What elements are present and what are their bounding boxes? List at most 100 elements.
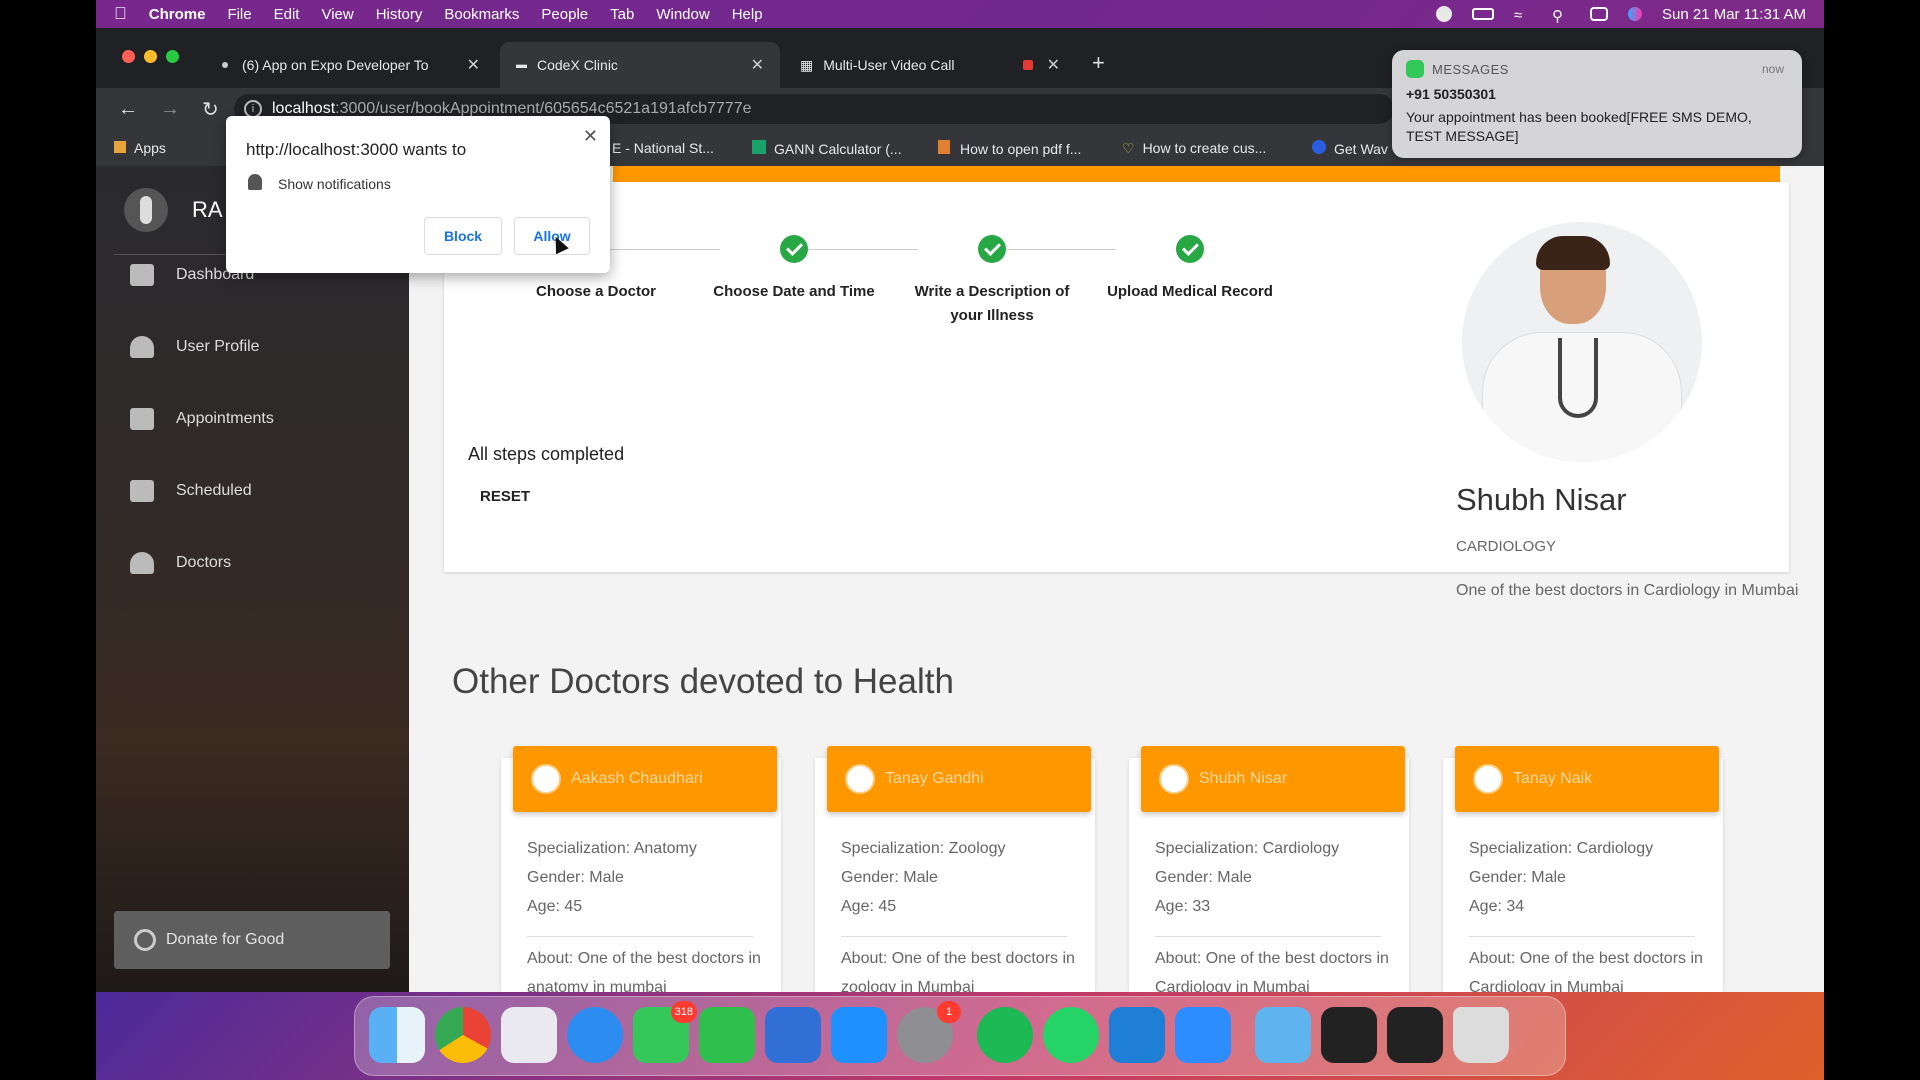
apple-icon[interactable]:  (114, 4, 127, 24)
macos-menubar:  Chrome File Edit View History Bookmark… (96, 0, 1824, 28)
messages-app-icon (1406, 60, 1424, 78)
doctor-card[interactable]: Tanay Naik Specialization: Cardiology Ge… (1443, 746, 1723, 992)
doctor-card[interactable]: Tanay Gandhi Specialization: Zoology Gen… (815, 746, 1095, 992)
menubar-datetime[interactable]: Sun 21 Mar 11:31 AM (1662, 6, 1806, 23)
codex-favicon-icon: ▬ (516, 59, 527, 71)
step-label: Write a Description of your Illness (914, 283, 1070, 324)
menu-tab[interactable]: Tab (610, 6, 634, 23)
donate-button[interactable]: Donate for Good (114, 911, 390, 969)
tab-codex-clinic[interactable]: ▬ CodeX Clinic ✕ (500, 42, 780, 88)
trash-icon[interactable] (1453, 1007, 1509, 1063)
chrome-icon[interactable] (435, 1007, 491, 1063)
doctor-card-name: Tanay Naik (1513, 770, 1593, 787)
notification-sender: +91 50350301 (1406, 86, 1496, 102)
doctor-card-divider (1469, 936, 1695, 937)
doctor-name: Shubh Nisar (1456, 482, 1627, 517)
block-button[interactable]: Block (424, 217, 502, 255)
new-tab-button[interactable]: + (1092, 50, 1105, 76)
doctor-card-header: Aakash Chaudhari (513, 746, 777, 812)
messages-icon[interactable]: 318 (633, 1001, 697, 1063)
user-initials: RA (192, 197, 223, 222)
doctor-card[interactable]: Shubh Nisar Specialization: Cardiology G… (1129, 746, 1409, 992)
menu-window[interactable]: Window (656, 6, 709, 23)
bookmark-pdf[interactable]: How to open pdf f... (938, 140, 1081, 157)
menu-file[interactable]: File (227, 6, 251, 23)
page-content: RA Dashboard User Profile Appointments S… (96, 166, 1824, 992)
sidebar-profile[interactable]: RA (124, 188, 223, 232)
bookmark-nse[interactable]: E - National St... (612, 140, 714, 156)
menu-edit[interactable]: Edit (274, 6, 300, 23)
back-icon[interactable]: ← (118, 98, 138, 121)
vscode-icon[interactable] (1109, 1007, 1165, 1063)
control-center-icon[interactable] (1590, 7, 1609, 21)
zoom-window-button[interactable] (166, 50, 179, 63)
zoom-icon[interactable] (1175, 1007, 1231, 1063)
terminal-window-icon[interactable] (1321, 1007, 1377, 1063)
close-icon[interactable]: ✕ (583, 126, 598, 147)
terminal-window-icon[interactable] (1387, 1007, 1443, 1063)
sidebar-item-scheduled[interactable]: Scheduled (130, 480, 252, 502)
pdf-favicon-icon (938, 140, 950, 154)
menu-view[interactable]: View (321, 6, 353, 23)
safari-icon[interactable] (567, 1007, 623, 1063)
system-preferences-icon[interactable]: 1 (897, 1001, 961, 1063)
messages-notification[interactable]: MESSAGES now +91 50350301 Your appointme… (1392, 50, 1802, 158)
doctor-card-about: About: One of the best doctors in zoolog… (841, 950, 1075, 992)
whatsapp-icon[interactable] (1043, 1007, 1099, 1063)
launchpad-icon[interactable] (501, 1007, 557, 1063)
finder-icon[interactable] (369, 1007, 425, 1063)
sidebar-item-user-profile[interactable]: User Profile (130, 336, 260, 358)
allow-button[interactable]: Allow (514, 217, 590, 255)
battery-icon[interactable] (1472, 8, 1495, 20)
close-tab-icon[interactable]: ✕ (467, 55, 480, 75)
menu-history[interactable]: History (376, 6, 423, 23)
bookmark-wav[interactable]: Get Wav (1312, 140, 1388, 157)
menubar-status-area: ≈ ⚲ Sun 21 Mar 11:31 AM (1436, 6, 1806, 25)
close-tab-icon[interactable]: ✕ (751, 55, 764, 75)
facetime-icon[interactable] (699, 1007, 755, 1063)
permission-title: http://localhost:3000 wants to (246, 140, 467, 159)
minimize-window-button[interactable] (144, 50, 157, 63)
bookmark-gann[interactable]: GANN Calculator (... (752, 140, 902, 157)
doctor-card-header: Tanay Naik (1455, 746, 1719, 812)
tab-label: CodeX Clinic (537, 57, 618, 73)
doctor-card-name: Tanay Gandhi (885, 770, 984, 787)
siri-icon[interactable] (1628, 7, 1643, 21)
doctor-card-divider (841, 936, 1067, 937)
sidebar-item-doctors[interactable]: Doctors (130, 552, 231, 574)
bookmark-create[interactable]: ♡ How to create cus... (1122, 140, 1266, 157)
reset-button[interactable]: RESET (480, 488, 530, 505)
step-label: Choose Date and Time (713, 283, 875, 300)
sidebar-item-appointments[interactable]: Appointments (130, 408, 274, 430)
menu-people[interactable]: People (541, 6, 588, 23)
step-connector (994, 249, 1116, 250)
notification-app-name: MESSAGES (1432, 62, 1509, 77)
reload-icon[interactable]: ↻ (202, 97, 219, 122)
avatar (124, 188, 168, 232)
card-header-strip (613, 166, 1780, 182)
creative-cloud-icon[interactable] (1436, 6, 1453, 22)
forward-icon[interactable]: → (160, 98, 180, 121)
tab-video-call[interactable]: ▦ Multi-User Video Call ✕ (784, 42, 1076, 88)
step-connector (796, 249, 918, 250)
tab-label: (6) App on Expo Developer To (242, 57, 429, 73)
menu-bookmarks[interactable]: Bookmarks (444, 6, 519, 23)
doctor-card-about: About: One of the best doctors in Cardio… (1469, 950, 1703, 992)
xcode-simulator-icon[interactable] (765, 1007, 821, 1063)
app-store-icon[interactable] (831, 1007, 887, 1063)
search-icon[interactable]: ⚲ (1552, 7, 1570, 25)
video-icon (130, 480, 154, 502)
close-window-button[interactable] (122, 50, 135, 63)
doctor-card-gender: Gender: Male (1469, 869, 1566, 886)
downloads-folder-icon[interactable] (1255, 1007, 1311, 1063)
wifi-icon[interactable]: ≈ (1514, 7, 1532, 24)
menu-help[interactable]: Help (732, 6, 763, 23)
tab-expo[interactable]: (6) App on Expo Developer To ✕ (206, 42, 496, 88)
bookmark-apps[interactable]: Apps (114, 140, 166, 156)
close-tab-icon[interactable]: ✕ (1047, 55, 1060, 75)
spotify-icon[interactable] (977, 1007, 1033, 1063)
notification-body: Your appointment has been booked[FREE SM… (1406, 109, 1752, 144)
menu-app-name[interactable]: Chrome (149, 6, 206, 23)
doctor-card-name: Aakash Chaudhari (571, 770, 703, 787)
doctor-card[interactable]: Aakash Chaudhari Specialization: Anatomy… (501, 746, 781, 992)
